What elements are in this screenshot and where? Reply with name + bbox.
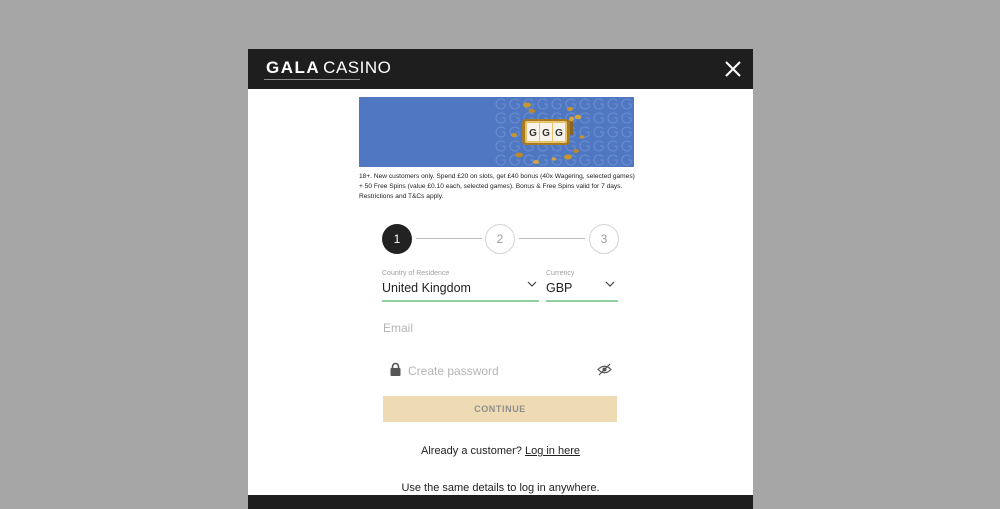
lock-icon bbox=[390, 362, 401, 376]
promo-terms: 18+. New customers only. Spend £20 on sl… bbox=[359, 173, 635, 200]
eye-hidden-icon[interactable] bbox=[597, 363, 612, 376]
step-2: 2 bbox=[485, 224, 515, 254]
reel-symbol: G bbox=[529, 128, 537, 139]
chevron-down-icon bbox=[527, 281, 537, 287]
password-field[interactable]: Create password bbox=[408, 364, 499, 378]
logo-gala-text: GALA bbox=[266, 58, 321, 77]
currency-label: Currency bbox=[546, 270, 575, 277]
currency-underline bbox=[546, 300, 618, 302]
close-icon bbox=[725, 61, 741, 77]
step-3: 3 bbox=[589, 224, 619, 254]
reel-symbol: G bbox=[555, 128, 563, 139]
already-customer-line: Already a customer? Log in here bbox=[248, 445, 753, 457]
step-connector bbox=[416, 238, 482, 239]
step-1: 1 bbox=[382, 224, 412, 254]
currency-value: GBP bbox=[546, 281, 573, 295]
country-underline bbox=[382, 300, 539, 302]
same-details-text: Use the same details to log in anywhere. bbox=[401, 482, 600, 494]
country-value: United Kingdom bbox=[382, 281, 471, 295]
close-button[interactable] bbox=[723, 59, 743, 79]
promo-banner: G G G bbox=[359, 97, 634, 167]
logo-underline bbox=[264, 79, 360, 80]
banner-pattern: G G G bbox=[494, 97, 634, 167]
signup-modal: GALA CASINO G G G 18+. New customers onl… bbox=[248, 49, 753, 509]
logo-casino-text: CASINO bbox=[323, 58, 392, 77]
email-field[interactable]: Email bbox=[383, 321, 413, 335]
modal-footer-bar bbox=[248, 495, 753, 509]
step-connector bbox=[519, 238, 585, 239]
reel-symbol: G bbox=[542, 128, 550, 139]
continue-button[interactable]: CONTINUE bbox=[383, 396, 617, 422]
already-customer-text: Already a customer? bbox=[421, 445, 522, 457]
login-link[interactable]: Log in here bbox=[525, 445, 580, 457]
gala-casino-logo: GALA CASINO bbox=[266, 58, 391, 78]
modal-header: GALA CASINO bbox=[248, 49, 753, 89]
country-label: Country of Residence bbox=[382, 270, 450, 277]
chevron-down-icon bbox=[605, 281, 615, 287]
progress-stepper: 1 2 3 bbox=[382, 223, 622, 255]
